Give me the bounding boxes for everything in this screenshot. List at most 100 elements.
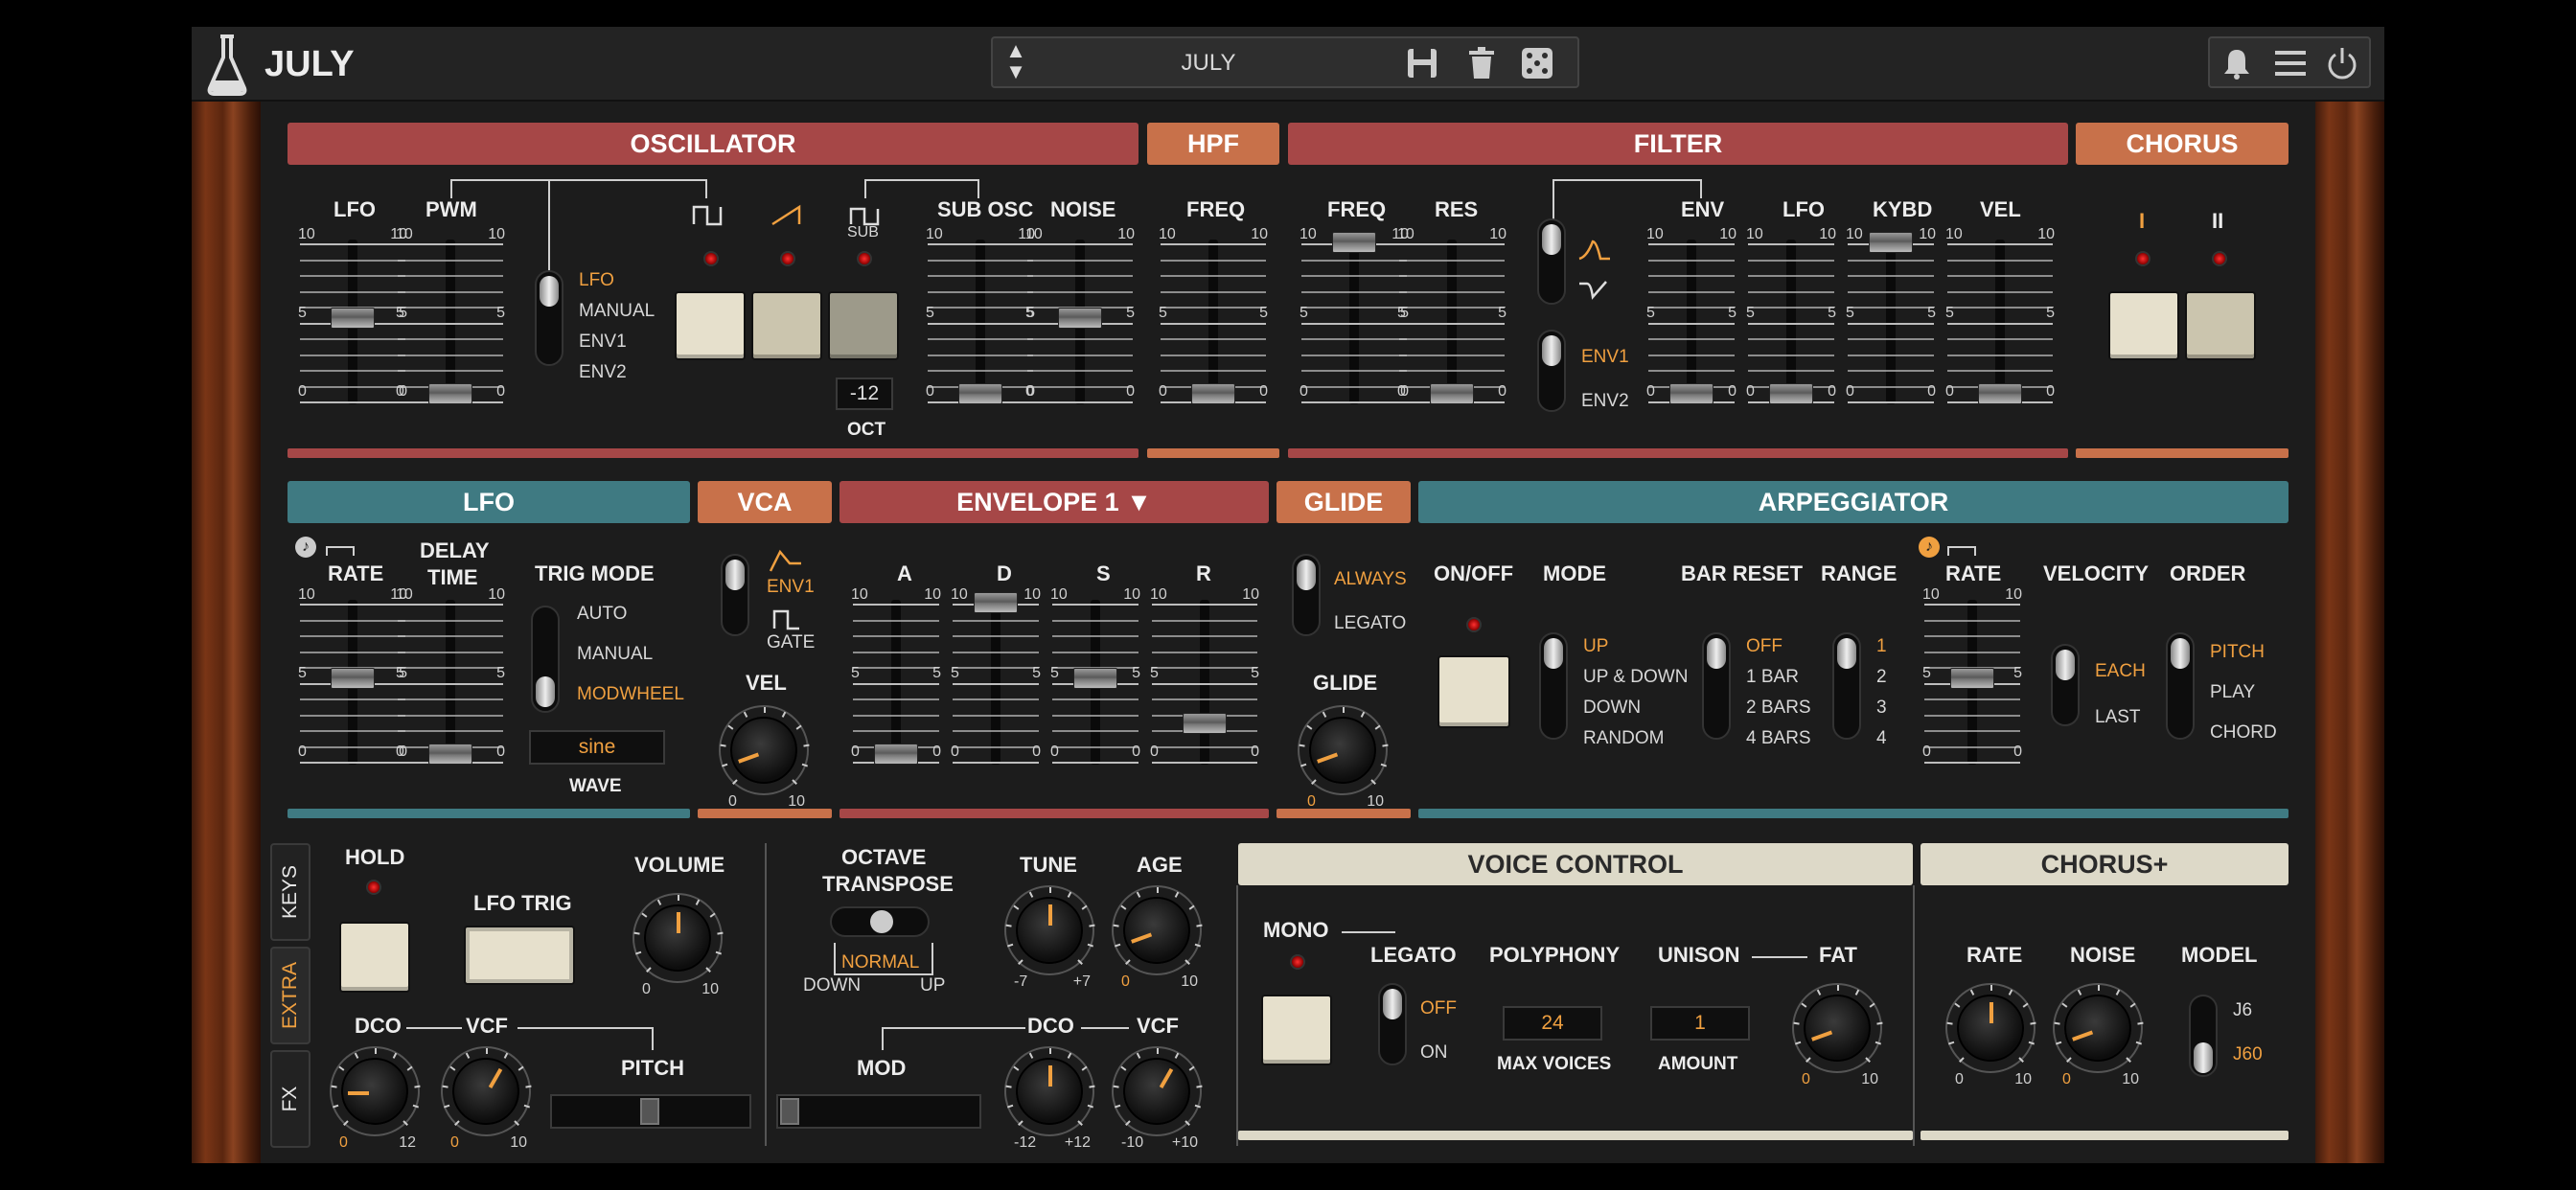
fader-cap[interactable] (958, 383, 1002, 404)
preset-name[interactable]: JULY (1031, 50, 1386, 77)
hpf-freq-fader[interactable]: 10 10 5 5 0 0 (1151, 226, 1276, 412)
filter-env1[interactable]: ENV1 (1581, 347, 1629, 368)
preset-up-down-icon[interactable]: ▲ ▼ (999, 40, 1033, 82)
fader-cap[interactable] (874, 744, 918, 765)
bar-reset-off[interactable]: OFF (1746, 636, 1782, 657)
model-j6[interactable]: J6 (2233, 1000, 2252, 1021)
fader-cap[interactable] (331, 308, 375, 329)
lfo-trig-button[interactable] (464, 926, 575, 985)
arp-mode-up[interactable]: UP (1583, 636, 1608, 657)
unison-display[interactable]: 1 (1650, 1006, 1750, 1041)
arp-order-chord[interactable]: CHORD (2210, 722, 2277, 744)
arp-sync-note-icon[interactable]: ♪ (1919, 537, 1940, 558)
bar-reset-1[interactable]: 1 BAR (1746, 667, 1799, 688)
mod-vcf-knob[interactable]: -10 +10 (1113, 1048, 1203, 1151)
fader-cap[interactable] (1073, 668, 1117, 689)
lfo-sync-note-icon[interactable]: ♪ (295, 537, 316, 558)
chorusplus-noise-knob[interactable]: 0 10 (2054, 985, 2144, 1087)
saw-button[interactable] (751, 291, 822, 360)
env-r-fader[interactable]: 10 10 5 5 0 0 (1142, 586, 1267, 772)
octave-up[interactable]: UP (920, 975, 945, 996)
arp-rate-fader[interactable]: 10 10 5 5 0 0 (1915, 586, 2030, 772)
trig-mode-switch[interactable] (531, 606, 560, 713)
fader-cap[interactable] (1191, 383, 1235, 404)
osc-noise-fader[interactable]: 10 10 5 5 0 0 (1018, 226, 1142, 412)
fader-cap[interactable] (1669, 383, 1714, 404)
arp-order-pitch[interactable]: PITCH (2210, 642, 2265, 663)
pwm-src-lfo[interactable]: LFO (579, 270, 614, 291)
arp-mode-down[interactable]: DOWN (1583, 698, 1641, 719)
sub-button[interactable] (828, 291, 899, 360)
bar-reset-switch[interactable] (1702, 632, 1731, 740)
arp-onoff-button[interactable] (1438, 655, 1510, 728)
pwm-src-env1[interactable]: ENV1 (579, 332, 627, 353)
filter-res-fader[interactable]: 10 10 5 5 0 0 (1390, 226, 1514, 412)
chorusplus-model-switch[interactable] (2189, 995, 2218, 1077)
filter-kybd-fader[interactable]: 10 10 5 5 0 0 (1838, 226, 1944, 412)
bar-reset-4[interactable]: 4 BARS (1746, 728, 1811, 749)
vca-vel-knob[interactable]: 0 10 (720, 707, 810, 810)
vca-gate[interactable]: GATE (767, 632, 815, 653)
arp-order-switch[interactable] (2166, 632, 2195, 740)
env-a-fader[interactable]: 10 10 5 5 0 0 (843, 586, 949, 772)
arp-vel-last[interactable]: LAST (2095, 707, 2141, 728)
arp-velocity-switch[interactable] (2051, 644, 2080, 726)
arp-vel-each[interactable]: EACH (2095, 661, 2146, 682)
envelope1-header[interactable]: ENVELOPE 1 ▼ (840, 481, 1269, 523)
glide-knob[interactable]: 0 10 (1299, 707, 1389, 810)
filter-env-switch[interactable] (1537, 330, 1566, 412)
volume-knob[interactable]: 0 10 (633, 895, 724, 997)
fat-knob[interactable]: 0 10 (1793, 985, 1883, 1087)
octave-down[interactable]: DOWN (803, 975, 861, 996)
fader-cap[interactable] (428, 383, 472, 404)
oct-display[interactable]: -12 (836, 378, 893, 410)
tab-keys[interactable]: KEYS (270, 843, 310, 941)
trash-icon[interactable] (1464, 46, 1499, 80)
fader-cap[interactable] (1769, 383, 1813, 404)
filter-env-fader[interactable]: 10 10 5 5 0 0 (1639, 226, 1744, 412)
fader-cap[interactable] (1869, 232, 1913, 253)
mono-button[interactable] (1261, 995, 1332, 1065)
fader-cap[interactable] (1950, 668, 1994, 689)
fader-cap[interactable] (1058, 308, 1102, 329)
bar-reset-2[interactable]: 2 BARS (1746, 698, 1811, 719)
legato-off[interactable]: OFF (1420, 998, 1457, 1019)
mod-wheel[interactable] (776, 1094, 981, 1129)
bell-icon[interactable] (2220, 46, 2254, 80)
chorus-i-button[interactable] (2108, 291, 2179, 360)
lfo-delay-fader[interactable]: 10 10 5 5 0 0 (388, 586, 513, 772)
age-knob[interactable]: 0 10 (1113, 887, 1203, 990)
env-s-fader[interactable]: 10 10 5 5 0 0 (1043, 586, 1148, 772)
pwm-src-manual[interactable]: MANUAL (579, 301, 655, 322)
hold-button[interactable] (339, 922, 410, 993)
octave-switch[interactable] (830, 906, 930, 937)
fader-cap[interactable] (1183, 713, 1227, 735)
glide-mode-switch[interactable] (1292, 554, 1321, 636)
trig-mode-manual[interactable]: MANUAL (577, 644, 653, 665)
osc-pwm-fader[interactable]: 10 10 5 5 0 0 (388, 226, 513, 412)
glide-legato[interactable]: LEGATO (1334, 613, 1406, 634)
fader-cap[interactable] (974, 592, 1018, 613)
dice-random-icon[interactable] (1520, 46, 1554, 80)
vca-mode-switch[interactable] (721, 554, 749, 636)
arp-range-1[interactable]: 1 (1876, 636, 1887, 657)
trig-mode-auto[interactable]: AUTO (577, 604, 627, 625)
legato-on[interactable]: ON (1420, 1042, 1448, 1064)
filter-vel-fader[interactable]: 10 10 5 5 0 0 (1938, 226, 2062, 412)
pitch-wheel[interactable] (550, 1094, 751, 1129)
fader-cap[interactable] (428, 744, 472, 765)
vca-env1[interactable]: ENV1 (767, 577, 815, 598)
arp-mode-updown[interactable]: UP & DOWN (1583, 667, 1688, 688)
arp-range-switch[interactable] (1832, 632, 1861, 740)
vcf-lfo-knob[interactable]: 0 10 (442, 1048, 532, 1151)
save-icon[interactable] (1405, 46, 1439, 80)
glide-always[interactable]: ALWAYS (1334, 569, 1407, 590)
arp-range-3[interactable]: 3 (1876, 698, 1887, 719)
mod-dco-knob[interactable]: -12 +12 (1005, 1048, 1095, 1151)
power-icon[interactable] (2325, 46, 2359, 80)
arp-range-4[interactable]: 4 (1876, 728, 1887, 749)
filter-env2[interactable]: ENV2 (1581, 391, 1629, 412)
tab-fx[interactable]: FX (270, 1050, 310, 1148)
arp-mode-switch[interactable] (1539, 632, 1568, 740)
pwm-src-env2[interactable]: ENV2 (579, 362, 627, 383)
